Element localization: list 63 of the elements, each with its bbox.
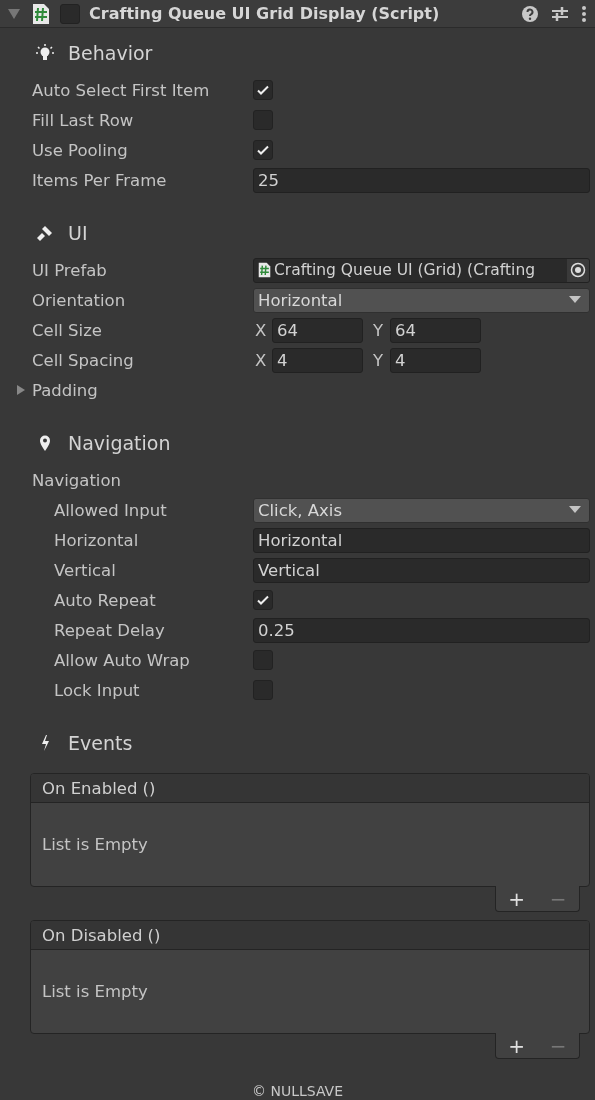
dropdown[interactable]: Horizontal: [253, 287, 590, 313]
component-title: Crafting Queue UI Grid Display (Script): [89, 4, 441, 23]
input-field[interactable]: 25: [253, 167, 590, 193]
field-label: Vertical: [54, 560, 117, 580]
object-field[interactable]: Crafting Queue UI (Grid) (Crafting: [253, 257, 590, 283]
checkbox[interactable]: [253, 590, 273, 610]
field-label: UI Prefab: [32, 260, 108, 280]
axis-label: X: [254, 350, 268, 370]
empty-list-text: List is Empty: [42, 982, 148, 1001]
field-label: Repeat Delay: [54, 620, 166, 640]
section-title: Behavior: [68, 42, 153, 64]
more-menu-icon[interactable]: [581, 4, 587, 23]
event-list-header: On Enabled (): [31, 774, 589, 803]
caret-icon: [569, 296, 581, 304]
input-field[interactable]: Vertical: [253, 557, 590, 583]
foldout-arrow-icon[interactable]: [16, 384, 26, 396]
brush-icon: [35, 224, 55, 242]
input-field[interactable]: 4: [272, 347, 363, 373]
input-field[interactable]: 4: [390, 347, 481, 373]
field-label: Items Per Frame: [32, 170, 168, 190]
enable-checkbox[interactable]: [60, 3, 80, 24]
input-field[interactable]: Horizontal: [253, 527, 590, 553]
foldout-arrow-icon[interactable]: [7, 7, 21, 20]
checkbox[interactable]: [253, 140, 273, 160]
input-field[interactable]: 0.25: [253, 617, 590, 643]
copyright-text: © NULLSAVE: [251, 1083, 344, 1099]
section-title: Navigation: [68, 432, 171, 454]
field-label: Orientation: [32, 290, 127, 310]
checkmark-icon: [256, 143, 270, 157]
field-label: Allow Auto Wrap: [54, 650, 191, 670]
field-label: Use Pooling: [32, 140, 129, 160]
caret-icon: [569, 506, 581, 514]
field-label: Cell Spacing: [32, 350, 135, 370]
checkmark-icon: [256, 593, 270, 607]
dropdown[interactable]: Click, Axis: [253, 497, 590, 523]
foldout-label[interactable]: Padding: [32, 380, 253, 400]
field-label: Auto Select First Item: [32, 80, 211, 100]
field-label: Lock Input: [54, 680, 141, 700]
checkmark-icon: [256, 83, 270, 97]
checkbox[interactable]: [253, 80, 273, 100]
empty-list-text: List is Empty: [42, 835, 148, 854]
field-label: Cell Size: [32, 320, 103, 340]
input-field[interactable]: 64: [272, 317, 363, 343]
script-icon: [32, 2, 50, 25]
add-button[interactable]: +: [505, 1035, 529, 1056]
axis-label: X: [254, 320, 268, 340]
field-label: Horizontal: [54, 530, 140, 550]
field-label: Auto Repeat: [54, 590, 157, 610]
add-button[interactable]: +: [505, 888, 529, 909]
axis-label: Y: [372, 350, 385, 370]
section-title: Events: [68, 732, 133, 754]
input-field[interactable]: 64: [390, 317, 481, 343]
sliders-icon[interactable]: [551, 4, 569, 23]
axis-label: Y: [372, 320, 385, 340]
event-list-header: On Disabled (): [31, 921, 589, 950]
help-icon[interactable]: [521, 4, 539, 23]
field-label: Navigation: [32, 470, 122, 490]
field-label: Allowed Input: [54, 500, 168, 520]
script-icon: [258, 262, 271, 278]
field-label: Fill Last Row: [32, 110, 135, 130]
section-title: UI: [68, 222, 88, 244]
object-picker-icon[interactable]: [567, 258, 589, 282]
bulb-icon: [35, 43, 55, 63]
